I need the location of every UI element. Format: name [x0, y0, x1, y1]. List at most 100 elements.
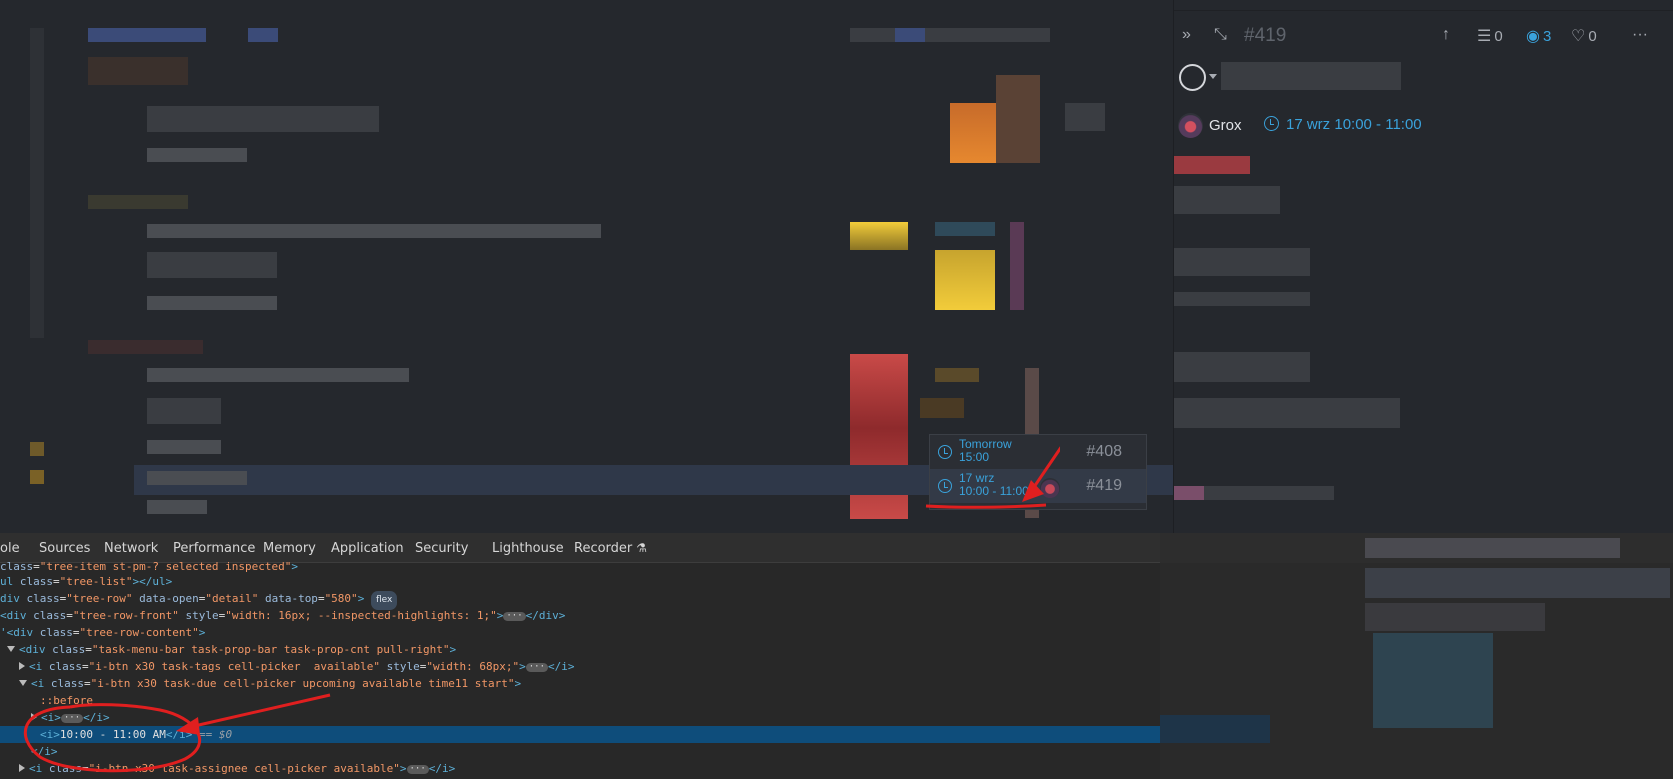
row-title-blur — [147, 368, 409, 382]
dom-node[interactable]: <div class="task-menu-bar task-prop-bar … — [7, 641, 456, 658]
dom-node[interactable]: div class="tree-row" data-open="detail" … — [0, 590, 398, 611]
task-detail-panel: » ⤡ #419 ↑ ☰ 0 ◉ 3 ♡ 0 ··· Grox 17 wrz 10:0… — [1173, 0, 1673, 533]
due-text[interactable]: Tomorrow 15:00 — [959, 438, 1012, 464]
clock-icon — [1264, 116, 1279, 131]
row-title-blur — [147, 471, 247, 485]
tab-lighthouse[interactable]: Lighthouse — [492, 541, 564, 556]
expand-icon[interactable]: ⤡ — [1214, 26, 1227, 44]
dom-node[interactable]: ul class="tree-list"></ul> — [0, 573, 172, 590]
task-id: #419 — [1086, 477, 1122, 494]
status-circle-icon[interactable] — [1179, 64, 1206, 91]
header-blur — [88, 28, 206, 42]
cell-blur — [1010, 222, 1024, 310]
avatar[interactable] — [1040, 478, 1060, 498]
dom-node[interactable]: <i class="i-btn x30 task-due cell-picker… — [19, 675, 521, 692]
selected-node-text: 10:00 - 11:00 AM — [59, 728, 166, 741]
tag-yellow[interactable] — [850, 222, 908, 250]
side-pane-blur — [1373, 633, 1493, 728]
row-meta-blur — [147, 148, 247, 162]
task-id: #408 — [1086, 443, 1122, 460]
tab-network[interactable]: Network — [104, 541, 158, 556]
tab-recorder[interactable]: Recorder ⚗ — [574, 541, 647, 556]
dom-node[interactable]: <div class="tree-row-front" style="width… — [0, 607, 565, 624]
chevron-down-icon[interactable] — [1209, 74, 1217, 79]
dom-node[interactable]: <i class="i-btn x30 task-assignee cell-p… — [19, 760, 455, 777]
due-text[interactable]: 17 wrz 10:00 - 11:00 — [959, 472, 1029, 498]
tab-performance[interactable]: Performance — [173, 541, 255, 556]
cell-blur — [1065, 103, 1105, 131]
text-blur — [1204, 486, 1334, 500]
gutter-mark — [30, 470, 44, 484]
due-row-419[interactable]: 17 wrz 10:00 - 11:00 #419 — [930, 469, 1146, 503]
cell-blur — [996, 75, 1040, 163]
dom-node[interactable]: '<div class="tree-row-content"> — [0, 624, 205, 641]
task-title-blur[interactable] — [1221, 62, 1401, 90]
dom-node[interactable]: <i class="i-btn x30 task-tags cell-picke… — [19, 658, 575, 675]
subtasks-button[interactable]: ☰ 0 — [1477, 26, 1503, 46]
divider — [1174, 10, 1673, 11]
tag-blur — [1174, 486, 1204, 500]
devtools-side-pane — [1160, 533, 1673, 779]
watchers-button[interactable]: ◉ 3 — [1526, 26, 1551, 46]
row-meta-blur — [147, 296, 277, 310]
tab-console[interactable]: ole — [0, 541, 20, 556]
tag-yellow[interactable] — [935, 250, 995, 310]
task-id: #419 — [1244, 25, 1287, 46]
gutter-blur — [30, 28, 44, 338]
tab-application[interactable]: Application — [331, 541, 404, 556]
elements-tree: class="tree-item st-pm-? selected inspec… — [0, 560, 1160, 779]
text-blur — [1174, 292, 1310, 306]
side-pane-blur — [1365, 538, 1620, 558]
row-title-blur — [147, 398, 221, 424]
header-blur — [895, 28, 925, 42]
list-icon: ☰ — [1477, 28, 1492, 45]
due-date-text: 17 wrz 10:00 - 11:00 — [1286, 116, 1422, 133]
heart-icon: ♡ — [1571, 28, 1586, 45]
tab-sources[interactable]: Sources — [39, 541, 90, 556]
devtools-panel: ole Sources Network Performance Memory A… — [0, 533, 1673, 779]
text-blur — [1174, 398, 1400, 428]
assignee-name[interactable]: Grox — [1209, 117, 1242, 134]
like-button[interactable]: ♡ 0 — [1571, 26, 1597, 46]
text-blur — [1174, 186, 1280, 214]
text-blur — [1174, 248, 1310, 276]
task-list-area: Tomorrow 15:00 #408 17 wrz 10:00 - 11:00… — [0, 0, 1173, 533]
more-button[interactable]: ··· — [1632, 26, 1648, 44]
header-blur — [850, 28, 1050, 42]
dom-node[interactable]: </i> — [31, 743, 58, 760]
group-title-blur — [88, 340, 203, 354]
likes-count: 0 — [1588, 28, 1597, 45]
due-date-chip[interactable]: 17 wrz 10:00 - 11:00 — [1264, 116, 1422, 133]
side-pane-blur — [1365, 603, 1545, 631]
dom-node[interactable]: ::before — [40, 692, 93, 709]
selected-dom-node[interactable]: <i>10:00 - 11:00 AM</i> == $0 — [0, 726, 1160, 743]
side-pane-blur — [1365, 568, 1670, 598]
group-title-blur — [88, 57, 188, 85]
cell-blur — [935, 222, 995, 236]
console-ref: == $0 — [192, 728, 233, 741]
row-meta-blur — [147, 500, 207, 514]
dom-node[interactable]: <i> ··· </i> — [31, 709, 110, 726]
tag-orange[interactable] — [950, 103, 996, 163]
tag-blur — [1174, 156, 1250, 174]
due-row-408[interactable]: Tomorrow 15:00 #408 — [930, 435, 1146, 469]
cell-blur — [935, 368, 979, 382]
due-dates-column: Tomorrow 15:00 #408 17 wrz 10:00 - 11:00… — [929, 434, 1147, 510]
tab-security[interactable]: Security — [415, 541, 468, 556]
group-title-blur — [88, 195, 188, 209]
subtasks-count: 0 — [1494, 28, 1503, 45]
text-blur — [1174, 352, 1310, 382]
row-title-blur — [147, 224, 601, 238]
cell-blur — [920, 398, 964, 418]
tab-memory[interactable]: Memory — [263, 541, 316, 556]
tab-recorder-label: Recorder — [574, 541, 633, 556]
clock-icon — [938, 445, 952, 459]
gutter-mark — [30, 442, 44, 456]
watchers-count: 3 — [1542, 28, 1552, 45]
arrow-up-icon[interactable]: ↑ — [1442, 26, 1450, 44]
row-meta-blur — [147, 440, 221, 454]
eye-icon: ◉ — [1526, 28, 1540, 45]
collapse-panel-icon[interactable]: » — [1182, 26, 1191, 44]
avatar[interactable] — [1178, 113, 1203, 138]
flask-icon: ⚗ — [636, 541, 648, 555]
